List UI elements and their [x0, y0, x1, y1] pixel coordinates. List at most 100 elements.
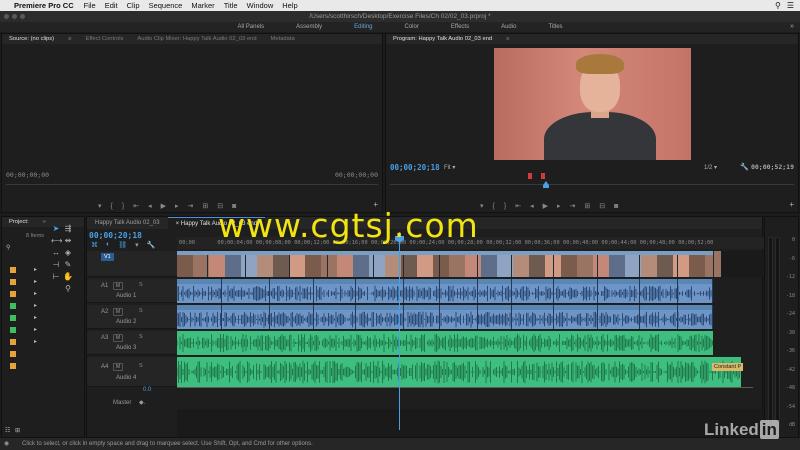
- menu-title[interactable]: Title: [224, 1, 238, 10]
- workspace-overflow-icon[interactable]: »: [790, 22, 794, 32]
- source-scrub-bar[interactable]: [6, 184, 378, 185]
- workspace-all-panels[interactable]: All Panels: [221, 22, 280, 32]
- go-to-in-icon[interactable]: ⇤: [133, 202, 139, 210]
- insert-icon[interactable]: ⊞: [202, 202, 208, 210]
- music-clip[interactable]: [177, 357, 741, 387]
- in-marker-icon[interactable]: [528, 173, 532, 179]
- program-set-out-icon[interactable]: }: [504, 203, 506, 210]
- master-keyframe-icon[interactable]: ◆.: [139, 399, 145, 406]
- audio-clip-edge[interactable]: [477, 279, 478, 303]
- pen-tool-icon[interactable]: ✎: [63, 260, 73, 270]
- transition-label[interactable]: Constant P: [712, 363, 744, 371]
- master-volume-line[interactable]: [177, 387, 753, 388]
- timeline-empty-area[interactable]: [177, 409, 764, 437]
- close-window-button[interactable]: [4, 14, 9, 19]
- project-item-swatch[interactable]: [10, 363, 16, 369]
- audio-clip-edge[interactable]: [403, 305, 404, 329]
- project-item-swatch[interactable]: [10, 327, 16, 333]
- mute-toggle-icon[interactable]: M: [113, 282, 123, 290]
- audio-clip-edge[interactable]: [355, 305, 356, 329]
- timeline-playhead[interactable]: [399, 232, 400, 430]
- audio-clip-edge[interactable]: [313, 305, 314, 329]
- audio-clip[interactable]: [177, 279, 713, 303]
- expand-icon[interactable]: ▸: [34, 302, 37, 309]
- lift-icon[interactable]: ⊞: [584, 202, 590, 210]
- icon-view-icon[interactable]: ⊞: [15, 427, 20, 434]
- list-icon[interactable]: ☰: [787, 1, 794, 10]
- menu-marker[interactable]: Marker: [191, 1, 214, 10]
- audio-clip-edge[interactable]: [439, 305, 440, 329]
- solo-toggle-icon[interactable]: S: [139, 308, 143, 314]
- expand-icon[interactable]: ▸: [34, 278, 37, 285]
- extract-icon[interactable]: ⊟: [599, 202, 605, 210]
- menu-window[interactable]: Window: [247, 1, 274, 10]
- audio-clip[interactable]: [177, 305, 713, 329]
- list-view-icon[interactable]: ☷: [5, 427, 10, 434]
- step-back-icon[interactable]: ◂: [148, 202, 152, 210]
- hand-tool-icon[interactable]: ✋: [63, 272, 73, 282]
- project-item-swatch[interactable]: [10, 267, 16, 273]
- program-step-forward-icon[interactable]: ▸: [557, 202, 561, 210]
- audio-clip-edge[interactable]: [677, 305, 678, 329]
- expand-icon[interactable]: ▸: [34, 338, 37, 345]
- program-set-in-icon[interactable]: {: [493, 203, 495, 210]
- menu-clip[interactable]: Clip: [127, 1, 140, 10]
- menu-sequence[interactable]: Sequence: [149, 1, 183, 10]
- workspace-editing[interactable]: Editing: [338, 22, 388, 32]
- razor-tool-icon[interactable]: ◈: [63, 248, 73, 258]
- audio-clip-edge[interactable]: [221, 305, 222, 329]
- project-item-swatch[interactable]: [10, 303, 16, 309]
- project-item-swatch[interactable]: [10, 315, 16, 321]
- audio-clip-edge[interactable]: [553, 279, 554, 303]
- slip-tool-icon[interactable]: ⊣: [51, 260, 61, 270]
- menu-file[interactable]: File: [84, 1, 96, 10]
- track-a2-label[interactable]: A2: [101, 309, 108, 315]
- track-a4-label[interactable]: A4: [101, 364, 108, 370]
- set-in-icon[interactable]: {: [111, 203, 113, 210]
- audio-clip-edge[interactable]: [597, 279, 598, 303]
- program-mark-icon[interactable]: ▾: [480, 202, 484, 210]
- close-tab-icon[interactable]: ×: [176, 221, 180, 227]
- solo-toggle-icon[interactable]: S: [139, 363, 143, 369]
- audio-clip-edge[interactable]: [355, 279, 356, 303]
- minimize-window-button[interactable]: [12, 14, 17, 19]
- expand-icon[interactable]: ▸: [34, 326, 37, 333]
- project-search-icon[interactable]: ⚲: [6, 244, 10, 251]
- expand-icon[interactable]: ▸: [34, 290, 37, 297]
- rate-stretch-tool-icon[interactable]: ↔: [51, 248, 61, 258]
- selection-tool-icon[interactable]: ➤: [51, 224, 61, 234]
- tab-program[interactable]: Program: Happy Talk Audio 02_03 end: [386, 36, 499, 42]
- mute-toggle-icon[interactable]: M: [113, 334, 123, 342]
- project-item-swatch[interactable]: [10, 279, 16, 285]
- program-go-to-out-icon[interactable]: ⇥: [570, 202, 576, 210]
- video-clip-header[interactable]: [177, 251, 713, 255]
- program-step-back-icon[interactable]: ◂: [530, 202, 534, 210]
- app-name[interactable]: Premiere Pro CC: [14, 1, 74, 10]
- program-play-icon[interactable]: ▶: [543, 202, 548, 210]
- timeline-settings-icon[interactable]: 🔧: [147, 241, 156, 249]
- audio-clip-edge[interactable]: [597, 305, 598, 329]
- audio-clip-edge[interactable]: [269, 305, 270, 329]
- add-marker-icon[interactable]: ▾: [135, 241, 139, 249]
- tab-effect-controls[interactable]: Effect Controls: [79, 36, 131, 42]
- rolling-edit-tool-icon[interactable]: ⇹: [63, 236, 73, 246]
- program-timecode-current[interactable]: 00;00;20;18: [390, 163, 440, 172]
- workspace-assembly[interactable]: Assembly: [280, 22, 338, 32]
- source-timecode-current[interactable]: 00;00;00;00: [6, 171, 49, 179]
- mute-toggle-icon[interactable]: M: [113, 363, 123, 371]
- audio-clip-edge[interactable]: [477, 305, 478, 329]
- workspace-titles[interactable]: Titles: [532, 22, 578, 32]
- tab-project[interactable]: Project:: [2, 219, 36, 225]
- play-icon[interactable]: ▶: [161, 202, 166, 210]
- fit-dropdown[interactable]: Fit ▾: [444, 164, 455, 171]
- track-select-tool-icon[interactable]: ⇶: [63, 224, 73, 234]
- tab-metadata[interactable]: Metadata: [264, 36, 302, 42]
- program-playhead-icon[interactable]: [543, 181, 549, 188]
- tab-sequence-1[interactable]: Happy Talk Audio 02_03: [87, 217, 168, 229]
- audio-clip-edge[interactable]: [639, 305, 640, 329]
- master-volume-value[interactable]: 0.0: [143, 387, 151, 393]
- solo-toggle-icon[interactable]: S: [139, 334, 143, 340]
- track-a3-label[interactable]: A3: [101, 335, 108, 341]
- audio-clip-edge[interactable]: [269, 279, 270, 303]
- project-item-swatch[interactable]: [10, 351, 16, 357]
